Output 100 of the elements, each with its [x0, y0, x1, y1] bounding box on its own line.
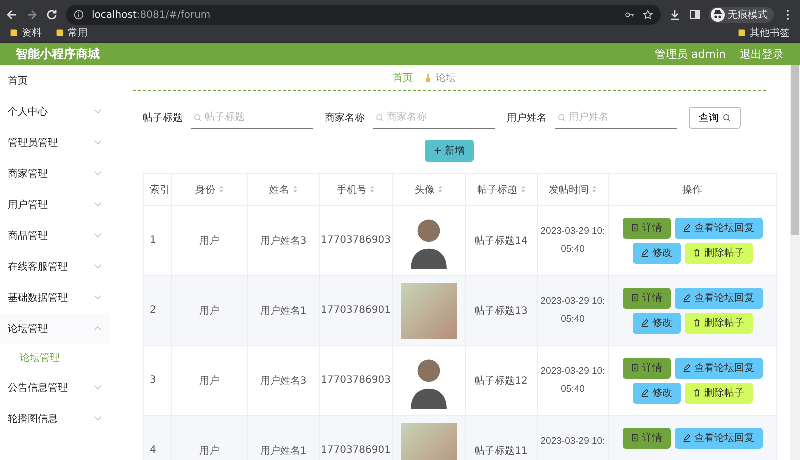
chevron-icon	[94, 326, 102, 331]
trash-icon	[692, 319, 700, 327]
table-cell-text: 用户姓名3	[260, 374, 307, 388]
admin-username: 管理员 admin	[655, 46, 726, 62]
folder-icon	[56, 29, 64, 37]
sidebar-item[interactable]: 论坛管理	[0, 313, 110, 344]
address-bar[interactable]: localhost:8081/#/forum	[66, 5, 661, 25]
view-replies-button[interactable]: 查看论坛回复	[674, 218, 762, 238]
document-icon	[630, 294, 638, 302]
folder-icon	[10, 29, 18, 37]
table-cell: 2	[150, 305, 156, 316]
chevron-icon	[94, 264, 102, 269]
side-panel-icon[interactable]	[689, 9, 701, 21]
table-cell-text: 2023-03-29 10:05:40	[540, 364, 606, 396]
table-cell: 17703786901	[321, 305, 391, 316]
column-header[interactable]: 发帖时间	[549, 182, 589, 196]
other-bookmarks[interactable]: 其他书签	[738, 26, 790, 40]
sidebar-item[interactable]: 管理员管理	[0, 127, 110, 158]
chevron-icon	[94, 385, 102, 390]
view-replies-button[interactable]: 查看论坛回复	[674, 428, 762, 448]
add-button[interactable]: 新增	[425, 140, 474, 162]
chevron-icon	[94, 171, 102, 176]
delete-button[interactable]: 删除帖子	[684, 382, 752, 404]
search-icon	[376, 114, 384, 122]
sidebar-item[interactable]: 商品管理	[0, 220, 110, 251]
edit-button[interactable]: 修改	[632, 382, 680, 404]
column-header: 索引	[150, 184, 170, 196]
trash-icon	[692, 389, 700, 397]
column-header[interactable]: 头像	[415, 182, 435, 196]
table-cell-text: 2023-03-29 10:05:40	[540, 294, 606, 326]
bookmark[interactable]: 资料	[10, 26, 42, 40]
chevron-icon	[94, 109, 102, 114]
table-cell-text: 用户姓名1	[260, 444, 307, 458]
edit-button[interactable]: 修改	[632, 242, 680, 264]
document-icon	[630, 364, 638, 372]
search-icon	[723, 114, 731, 122]
table-cell: 17703786903	[321, 235, 391, 246]
search-icon	[558, 114, 566, 122]
search-field[interactable]: 用户姓名	[555, 107, 677, 129]
sidebar-item[interactable]: 轮播图信息	[0, 403, 110, 434]
sidebar-item[interactable]: 首页	[0, 65, 110, 96]
back-arrow-icon[interactable]	[6, 9, 18, 21]
bookmark[interactable]: 常用	[56, 26, 88, 40]
table-cell: 17703786903	[321, 375, 391, 386]
sidebar-item[interactable]: 用户管理	[0, 189, 110, 220]
sidebar-item[interactable]: 商家管理	[0, 158, 110, 189]
detail-button[interactable]: 详情	[622, 218, 670, 238]
search-label: 帖子标题	[143, 112, 183, 125]
pencil-icon	[682, 224, 690, 232]
incognito-icon	[711, 8, 725, 22]
incognito-badge[interactable]: 无痕模式	[709, 7, 774, 23]
table-cell-text: 帖子标题11	[475, 444, 528, 458]
edit-button[interactable]: 修改	[632, 312, 680, 334]
delete-button[interactable]: 删除帖子	[684, 312, 752, 334]
download-icon[interactable]	[669, 9, 681, 21]
table-cell-text: 2023-03-29 10:	[540, 434, 606, 448]
star-icon[interactable]	[643, 10, 653, 20]
scrollbar[interactable]	[790, 65, 800, 460]
view-replies-button[interactable]: 查看论坛回复	[674, 288, 762, 308]
chevron-icon	[94, 140, 102, 145]
reload-icon[interactable]	[46, 9, 58, 21]
table-cell-text: 用户姓名3	[260, 234, 307, 248]
info-icon	[74, 10, 84, 20]
search-field[interactable]: 商家名称	[373, 107, 495, 129]
pencil-icon	[682, 364, 690, 372]
document-icon	[630, 224, 638, 232]
view-replies-button[interactable]: 查看论坛回复	[674, 358, 762, 378]
table-cell: 4	[150, 445, 156, 456]
detail-button[interactable]: 详情	[622, 358, 670, 378]
search-button[interactable]: 查询	[689, 107, 741, 129]
detail-button[interactable]: 详情	[622, 288, 670, 308]
pencil-icon	[682, 434, 690, 442]
table-cell: 1	[150, 235, 156, 246]
search-field[interactable]: 帖子标题	[191, 107, 313, 129]
column-header[interactable]: 姓名	[270, 182, 290, 196]
breadcrumb-item: 论坛	[436, 72, 457, 84]
sidebar-item[interactable]: 个人中心	[0, 96, 110, 127]
search-icon	[194, 114, 202, 122]
column-header[interactable]: 手机号	[337, 182, 367, 196]
column-header: 操作	[682, 184, 702, 196]
sidebar-item[interactable]: 在线客服管理	[0, 251, 110, 282]
detail-button[interactable]: 详情	[622, 428, 670, 448]
delete-button[interactable]: 删除帖子	[684, 242, 752, 264]
pointing-hand-icon	[425, 72, 432, 82]
pencil-icon	[640, 389, 648, 397]
sidebar-item[interactable]: 公告信息管理	[0, 372, 110, 403]
plus-icon	[434, 147, 442, 155]
table-cell-text: 帖子标题13	[475, 304, 528, 318]
chevron-icon	[94, 233, 102, 238]
key-icon[interactable]	[625, 10, 635, 20]
folder-icon	[738, 29, 746, 37]
table-cell: 3	[150, 375, 156, 386]
sidebar-item[interactable]: 基础数据管理	[0, 282, 110, 313]
table-cell-text: 用户	[200, 304, 220, 318]
column-header[interactable]: 身份	[196, 182, 216, 196]
chevron-icon	[94, 202, 102, 207]
forward-arrow-icon[interactable]	[26, 9, 38, 21]
column-header[interactable]: 帖子标题	[478, 182, 518, 196]
table-cell-text: 帖子标题12	[475, 374, 528, 388]
url-text: localhost:8081/#/forum	[92, 10, 212, 20]
